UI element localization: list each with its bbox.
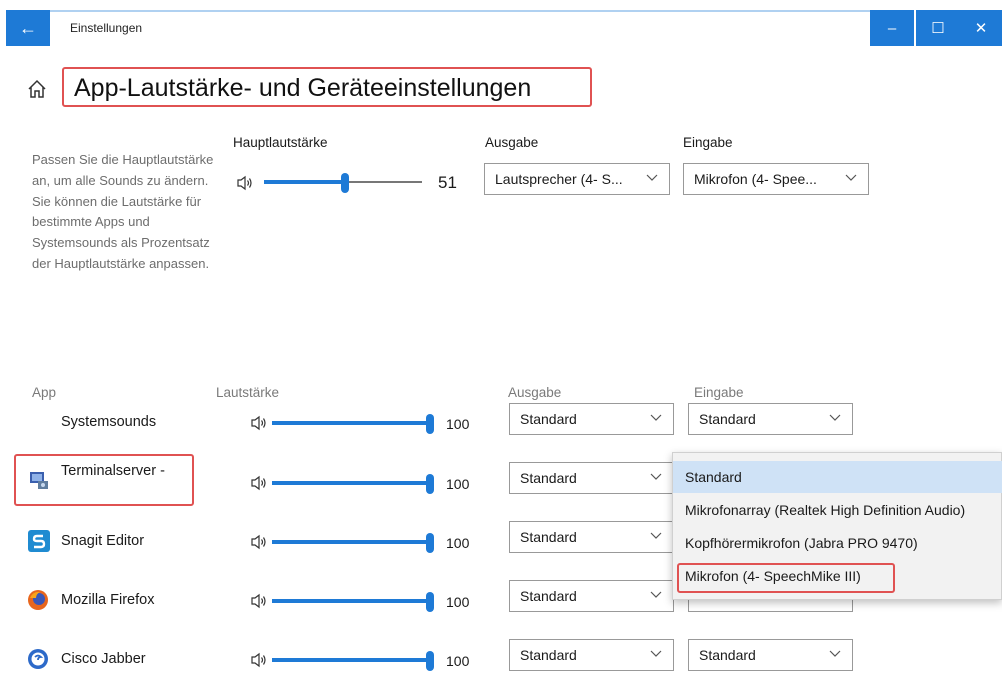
speaker-icon[interactable] — [250, 415, 268, 431]
speaker-icon[interactable] — [236, 175, 254, 191]
speaker-icon[interactable] — [250, 534, 268, 550]
master-volume-slider[interactable] — [264, 173, 422, 193]
app-output-value: Standard — [520, 470, 577, 486]
app-name-terminalserver: Terminalserver - — [61, 463, 165, 479]
column-header-app: App — [32, 385, 57, 400]
dropdown-option[interactable]: Standard — [673, 461, 1002, 493]
chevron-down-icon — [650, 591, 662, 598]
jabber-icon — [28, 649, 48, 669]
master-output-dropdown[interactable]: Lautsprecher (4- S... — [484, 163, 670, 195]
page-description: Passen Sie die Hauptlautstärke an, um al… — [32, 152, 214, 271]
chevron-down-icon — [829, 414, 841, 421]
app-output-value: Standard — [520, 529, 577, 545]
input-device-dropdown-list: Standard Mikrofonarray (Realtek High Def… — [672, 452, 1002, 600]
app-volume-value: 100 — [446, 476, 470, 492]
app-output-value: Standard — [520, 588, 577, 604]
slider-thumb[interactable] — [426, 474, 434, 494]
speaker-icon[interactable] — [250, 475, 268, 491]
speaker-icon[interactable] — [250, 652, 268, 668]
app-input-dropdown[interactable]: Standard — [688, 403, 853, 435]
speaker-icon[interactable] — [250, 593, 268, 609]
app-input-value: Standard — [699, 647, 756, 663]
back-button[interactable]: ← — [6, 10, 50, 46]
column-header-volume: Lautstärke — [216, 385, 280, 400]
chevron-down-icon — [650, 650, 662, 657]
app-input-value: Standard — [699, 411, 756, 427]
title-bar-accent-line — [50, 10, 870, 12]
app-name-systemsounds: Systemsounds — [61, 414, 157, 430]
chevron-down-icon — [829, 650, 841, 657]
app-volume-value: 100 — [446, 416, 470, 432]
app-volume-value: 100 — [446, 653, 470, 669]
app-volume-value: 100 — [446, 535, 470, 551]
terminal-server-icon — [30, 472, 48, 489]
slider-thumb[interactable] — [426, 651, 434, 671]
master-input-dropdown[interactable]: Mikrofon (4- Spee... — [683, 163, 869, 195]
app-volume-value: 100 — [446, 594, 470, 610]
home-icon[interactable] — [26, 78, 48, 100]
app-input-dropdown[interactable]: Standard — [688, 639, 853, 671]
slider-thumb[interactable] — [426, 592, 434, 612]
slider-thumb[interactable] — [340, 173, 349, 193]
chevron-down-icon — [845, 174, 857, 181]
minimize-button[interactable]: – — [870, 10, 914, 46]
option-highlight-box — [677, 563, 895, 593]
master-input-label: Eingabe — [683, 135, 733, 150]
title-bar — [0, 0, 1002, 46]
chevron-down-icon — [646, 174, 658, 181]
app-output-dropdown[interactable]: Standard — [509, 403, 674, 435]
chevron-down-icon — [650, 414, 662, 421]
app-volume-slider[interactable] — [272, 474, 434, 494]
app-name-firefox: Mozilla Firefox — [61, 592, 155, 608]
master-volume-label: Hauptlautstärke — [233, 135, 328, 150]
window-title: Einstellungen — [70, 21, 143, 35]
app-name-jabber: Cisco Jabber — [61, 651, 146, 667]
snagit-icon — [28, 530, 50, 552]
master-output-label: Ausgabe — [485, 135, 539, 150]
app-output-value: Standard — [520, 647, 577, 663]
chevron-down-icon — [650, 473, 662, 480]
app-volume-slider[interactable] — [272, 533, 434, 553]
app-volume-slider[interactable] — [272, 651, 434, 671]
column-header-input: Eingabe — [694, 385, 744, 400]
dropdown-option[interactable]: Kopfhörermikrofon (Jabra PRO 9470) — [673, 527, 1002, 559]
app-output-dropdown[interactable]: Standard — [509, 521, 674, 553]
column-header-output: Ausgabe — [508, 385, 562, 400]
slider-thumb[interactable] — [426, 533, 434, 553]
page-title: App-Lautstärke- und Geräteeinstellungen — [62, 67, 592, 107]
firefox-icon — [28, 590, 48, 610]
slider-thumb[interactable] — [426, 414, 434, 434]
app-volume-slider[interactable] — [272, 592, 434, 612]
app-volume-slider[interactable] — [272, 414, 434, 434]
app-output-dropdown[interactable]: Standard — [509, 580, 674, 612]
close-button[interactable]: ✕ — [960, 10, 1002, 46]
app-output-value: Standard — [520, 411, 577, 427]
master-input-value: Mikrofon (4- Spee... — [694, 171, 817, 187]
master-output-value: Lautsprecher (4- S... — [495, 171, 623, 187]
app-name-snagit: Snagit Editor — [61, 533, 145, 549]
app-output-dropdown[interactable]: Standard — [509, 462, 674, 494]
dropdown-option[interactable]: Mikrofonarray (Realtek High Definition A… — [673, 494, 1002, 526]
master-volume-value: 51 — [438, 173, 457, 192]
maximize-button[interactable]: ☐ — [916, 10, 960, 46]
chevron-down-icon — [650, 532, 662, 539]
app-output-dropdown[interactable]: Standard — [509, 639, 674, 671]
